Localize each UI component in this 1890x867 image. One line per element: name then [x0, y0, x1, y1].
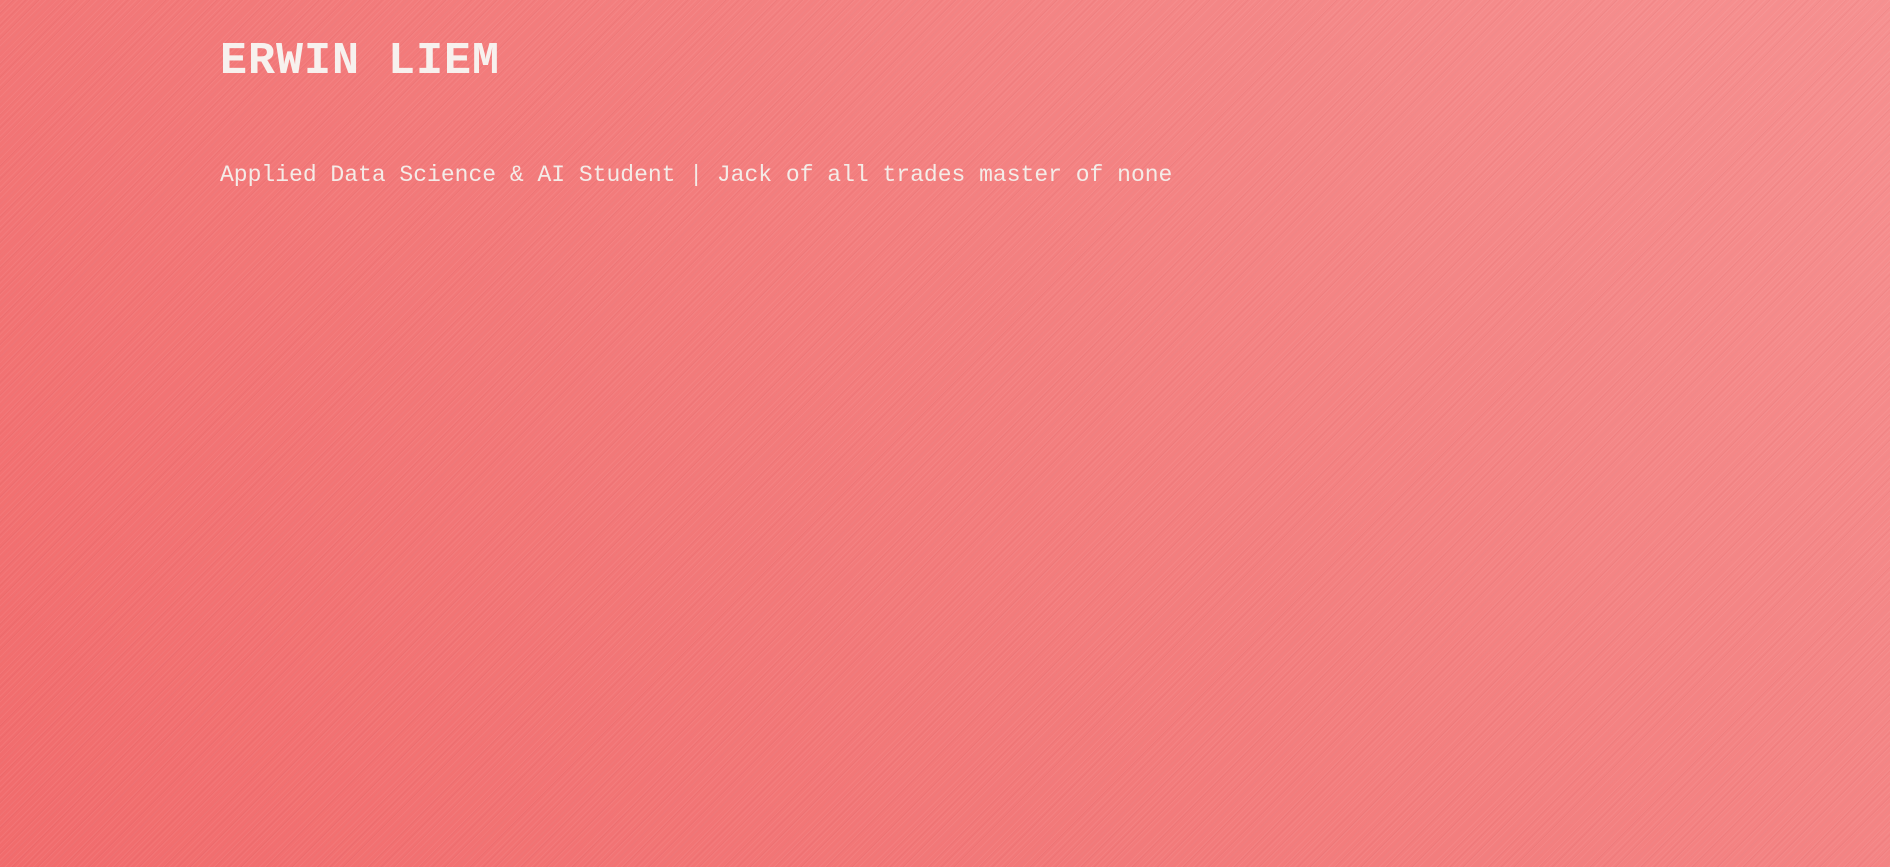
site-title: ERWIN LIEM	[220, 36, 501, 87]
site-tagline: Applied Data Science & AI Student | Jack…	[220, 162, 1173, 188]
site-header: ERWIN LIEM Applied Data Science & AI Stu…	[220, 36, 1172, 190]
page: ERWIN LIEM Applied Data Science & AI Stu…	[0, 0, 1890, 867]
